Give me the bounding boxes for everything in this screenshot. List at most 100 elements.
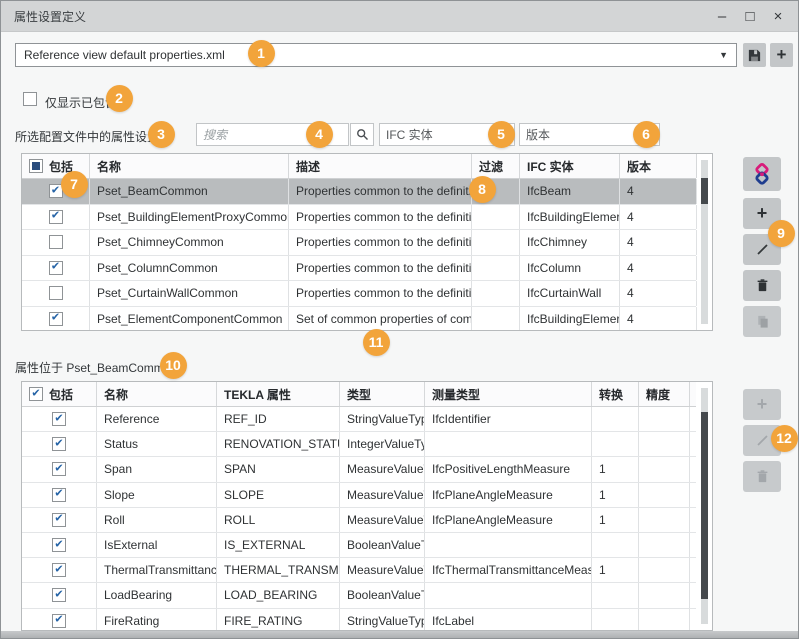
property-row[interactable]: ✔ StatusRENOVATION_STATUSIntegerValueTyp <box>22 432 696 458</box>
window-controls: – □ × <box>708 1 792 32</box>
property-row[interactable]: ✔ ThermalTransmittanceTHERMAL_TRANSMITTAM… <box>22 558 697 584</box>
cell-name: IsExternal <box>97 532 217 558</box>
cell-conversion <box>592 583 639 608</box>
row-checkbox[interactable]: ✔ <box>52 412 66 427</box>
cell-version: 4 <box>620 281 697 306</box>
column-header-0[interactable]: ✔ 包括 <box>22 382 97 406</box>
add-profile-button[interactable]: + <box>770 43 793 67</box>
plus-icon: + <box>776 45 787 64</box>
maximize-button[interactable]: □ <box>736 3 764 31</box>
property-row[interactable]: ✔ SpanSPANMeasureValueTyIfcPositiveLength… <box>22 457 696 483</box>
cell-description: Set of common properties of compo <box>289 306 472 330</box>
row-checkbox[interactable]: ✔ <box>48 209 63 224</box>
cell-version: 4 <box>620 230 697 255</box>
row-filler <box>690 558 697 582</box>
callout-badge-9: 9 <box>767 219 795 247</box>
check-icon: ✔ <box>54 462 64 475</box>
add-property-button[interactable]: + <box>743 389 781 420</box>
pset-row[interactable]: Pset_ChimneyCommon Properties common to t… <box>22 230 697 256</box>
pset-row[interactable]: ✔ Pset_ColumnCommon Properties common to t… <box>22 255 697 281</box>
properties-table-header: ✔ 包括 名称 TEKLA 属性 类型 测量类型 转换 精度 <box>22 382 696 407</box>
cell-name: ThermalTransmittance <box>97 558 217 583</box>
search-button[interactable] <box>350 123 374 146</box>
row-checkbox[interactable] <box>48 235 63 250</box>
callout-badge-3: 3 <box>147 120 175 148</box>
cell-type: StringValueType <box>340 608 425 630</box>
cell-name: Pset_BeamCommon <box>90 179 289 204</box>
row-checkbox[interactable]: ✔ <box>52 613 66 628</box>
row-checkbox[interactable]: ✔ <box>52 588 66 603</box>
row-checkbox[interactable]: ✔ <box>52 487 66 502</box>
properties-table-body: ✔ReferenceREF_IDStringValueTypeIfcIdenti… <box>22 407 697 630</box>
row-checkbox[interactable]: ✔ <box>52 462 66 477</box>
property-sets-scrollbar-thumb[interactable] <box>701 178 708 204</box>
properties-scrollbar-thumb[interactable] <box>701 412 708 599</box>
trash-icon <box>757 470 767 483</box>
property-row[interactable]: ✔ RollROLLMeasureValueTyIfcPlaneAngleMeas… <box>22 507 697 533</box>
row-checkbox[interactable] <box>48 286 63 301</box>
cell-ifc_entity: IfcCurtainWall <box>520 281 620 306</box>
indeterminate-mark <box>32 162 40 170</box>
column-header-3[interactable]: 过滤 <box>472 154 520 178</box>
copy-property-set-button[interactable] <box>743 306 781 337</box>
cell-tekla_attribute: RENOVATION_STATUS <box>217 432 340 457</box>
cell-included: ✔ <box>22 507 97 532</box>
cell-measure_type: IfcPlaneAngleMeasure <box>425 507 592 532</box>
check-icon: ✔ <box>50 209 61 222</box>
delete-property-button[interactable] <box>743 461 781 492</box>
cell-measure_type: IfcIdentifier <box>425 407 592 432</box>
profile-dropdown[interactable]: Reference view default properties.xml ▼ <box>15 43 737 67</box>
minimize-button[interactable]: – <box>708 3 736 31</box>
row-checkbox[interactable]: ✔ <box>48 260 63 275</box>
header-checkbox[interactable] <box>29 159 43 173</box>
cell-included: ✔ <box>22 306 90 330</box>
column-header-1[interactable]: 名称 <box>90 154 289 178</box>
header-checkbox[interactable]: ✔ <box>29 387 43 401</box>
property-row[interactable]: ✔ ReferenceREF_IDStringValueTypeIfcIdenti… <box>22 407 697 433</box>
callout-badge-8: 8 <box>468 175 496 203</box>
property-row[interactable]: ✔ FireRatingFIRE_RATINGStringValueTypeIfc… <box>22 608 696 630</box>
column-header-5[interactable]: 版本 <box>620 154 697 178</box>
pset-row[interactable]: ✔ Pset_BeamCommon Properties common to the… <box>22 179 697 205</box>
pset-row[interactable]: ✔ Pset_ElementComponentCommon Set of commo… <box>22 306 697 330</box>
row-filler <box>690 407 697 431</box>
cell-precision <box>639 608 690 630</box>
check-icon: ✔ <box>54 412 64 425</box>
row-checkbox[interactable]: ✔ <box>52 512 66 527</box>
cell-conversion: 1 <box>592 507 639 532</box>
close-button[interactable]: × <box>764 3 792 31</box>
column-header-6[interactable]: 精度 <box>639 382 690 406</box>
property-row[interactable]: ✔ SlopeSLOPEMeasureValueTyIfcPlaneAngleMe… <box>22 482 696 508</box>
delete-property-set-button[interactable] <box>743 270 781 301</box>
row-checkbox[interactable]: ✔ <box>48 311 63 326</box>
column-header-5[interactable]: 转换 <box>592 382 639 406</box>
column-header-2[interactable]: 描述 <box>289 154 472 178</box>
column-header-1[interactable]: 名称 <box>97 382 217 406</box>
property-row[interactable]: ✔ IsExternalIS_EXTERNALBooleanValueTyp <box>22 532 696 559</box>
organizer-button[interactable] <box>743 157 781 191</box>
save-profile-button[interactable] <box>743 43 766 67</box>
cell-conversion <box>592 608 639 630</box>
row-filler <box>690 508 697 532</box>
cell-precision <box>639 558 690 583</box>
column-header-3[interactable]: 类型 <box>340 382 425 406</box>
pset-row[interactable]: ✔ Pset_BuildingElementProxyCommon Properti… <box>22 204 697 230</box>
pset-row[interactable]: Pset_CurtainWallCommon Properties common … <box>22 281 697 307</box>
property-sets-scrollbar[interactable] <box>701 160 708 324</box>
cell-included: ✔ <box>22 255 90 280</box>
column-header-4[interactable]: 测量类型 <box>425 382 592 406</box>
properties-scrollbar[interactable] <box>701 388 708 624</box>
row-checkbox[interactable]: ✔ <box>52 563 66 578</box>
column-header-4[interactable]: IFC 实体 <box>520 154 620 178</box>
column-header-label: 名称 <box>104 387 129 402</box>
cell-ifc_entity: IfcColumn <box>520 255 620 280</box>
only-included-checkbox[interactable] <box>23 92 37 106</box>
cell-name: Pset_ColumnCommon <box>90 255 289 280</box>
cell-included: ✔ <box>22 407 97 432</box>
row-checkbox[interactable]: ✔ <box>52 538 66 553</box>
column-header-2[interactable]: TEKLA 属性 <box>217 382 340 406</box>
row-checkbox[interactable]: ✔ <box>52 437 66 452</box>
property-row[interactable]: ✔ LoadBearingLOAD_BEARINGBooleanValueTyp <box>22 583 696 609</box>
column-header-label: 转换 <box>599 387 624 402</box>
save-icon <box>748 49 761 61</box>
